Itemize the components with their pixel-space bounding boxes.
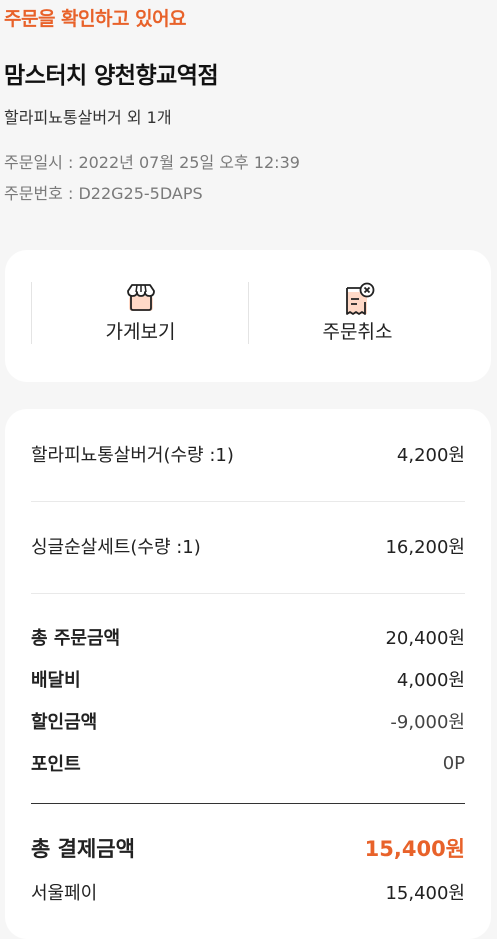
order-detail-card: 할라피뇨통살버거(수량 :1) 4,200원 싱글순살세트(수량 :1) 16,… bbox=[5, 409, 491, 939]
order-date: 주문일시 : 2022년 07월 25일 오후 12:39 bbox=[4, 153, 300, 172]
order-status: 주문을 확인하고 있어요 bbox=[4, 8, 187, 30]
discount-row: 할인금액 -9,000원 bbox=[31, 708, 465, 734]
point-value: 0P bbox=[442, 752, 465, 774]
view-store-button[interactable]: 가게보기 bbox=[31, 282, 249, 344]
item-name: 할라피뇨통살버거(수량 :1) bbox=[31, 445, 234, 466]
receipt-cancel-icon bbox=[340, 282, 376, 316]
store-name: 맘스터치 양천향교역점 bbox=[4, 63, 219, 89]
cancel-order-button[interactable]: 주문취소 bbox=[248, 282, 466, 344]
delivery-fee-value: 4,000원 bbox=[396, 670, 465, 691]
store-icon bbox=[123, 282, 159, 314]
view-store-label: 가게보기 bbox=[105, 321, 176, 343]
order-item-row: 싱글순살세트(수량 :1) 16,200원 bbox=[31, 533, 465, 559]
divider bbox=[31, 803, 465, 804]
item-name: 싱글순살세트(수량 :1) bbox=[31, 537, 201, 558]
total-payment-value: 15,400원 bbox=[364, 837, 465, 861]
order-item-row: 할라피뇨통살버거(수량 :1) 4,200원 bbox=[31, 441, 465, 467]
discount-value: -9,000원 bbox=[390, 712, 465, 733]
divider bbox=[31, 501, 465, 502]
divider bbox=[31, 593, 465, 594]
payment-method-row: 서울페이 15,400원 bbox=[31, 879, 465, 905]
order-number: 주문번호 : D22G25-5DAPS bbox=[4, 184, 203, 203]
payment-method-label: 서울페이 bbox=[31, 883, 98, 904]
payment-method-amount: 15,400원 bbox=[385, 883, 465, 904]
discount-label: 할인금액 bbox=[31, 712, 98, 733]
item-price: 16,200원 bbox=[385, 537, 465, 558]
action-card: 가게보기 주문취소 bbox=[5, 250, 491, 382]
total-payment-row: 총 결제금액 15,400원 bbox=[31, 833, 465, 863]
menu-summary: 할라피뇨통살버거 외 1개 bbox=[4, 108, 172, 127]
subtotal-value: 20,400원 bbox=[385, 628, 465, 649]
total-payment-label: 총 결제금액 bbox=[31, 837, 135, 861]
point-row: 포인트 0P bbox=[31, 750, 465, 776]
point-label: 포인트 bbox=[31, 754, 81, 775]
subtotal-label: 총 주문금액 bbox=[31, 628, 121, 649]
delivery-fee-label: 배달비 bbox=[31, 670, 81, 691]
subtotal-row: 총 주문금액 20,400원 bbox=[31, 624, 465, 650]
cancel-order-label: 주문취소 bbox=[322, 321, 393, 343]
delivery-fee-row: 배달비 4,000원 bbox=[31, 666, 465, 692]
item-price: 4,200원 bbox=[396, 445, 465, 466]
